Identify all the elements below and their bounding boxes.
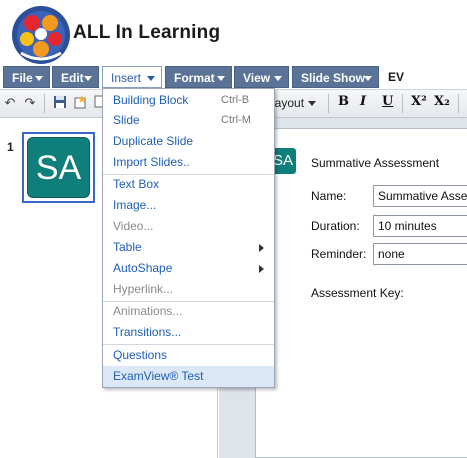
menu-edit[interactable]: Edit bbox=[52, 66, 99, 88]
submenu-arrow-icon bbox=[259, 244, 264, 252]
menu-item-image[interactable]: Image... bbox=[103, 195, 274, 216]
reminder-field[interactable]: none bbox=[373, 243, 467, 265]
slide-number: 1 bbox=[7, 140, 14, 154]
chevron-down-icon bbox=[217, 76, 225, 81]
bold-button[interactable]: B bbox=[338, 94, 349, 109]
menu-item-text-box[interactable]: Text Box bbox=[103, 174, 274, 195]
duration-label: Duration: bbox=[311, 219, 360, 233]
chevron-down-icon bbox=[308, 101, 317, 107]
chevron-down-icon bbox=[84, 76, 92, 81]
slide-thumbnail[interactable]: SA bbox=[22, 132, 95, 203]
menu-item-autoshape[interactable]: AutoShape bbox=[103, 258, 274, 279]
new-slide-icon[interactable] bbox=[72, 95, 88, 111]
menu-item-label: Image... bbox=[113, 198, 157, 212]
toolbar-divider bbox=[402, 94, 403, 113]
menu-item-building-block[interactable]: Building Block Ctrl-B bbox=[103, 90, 274, 111]
menu-insert-label: Insert bbox=[111, 71, 142, 85]
menu-item-duplicate-slide[interactable]: Duplicate Slide bbox=[103, 131, 274, 152]
menu-item-label: Questions bbox=[113, 348, 168, 362]
menu-item-label: Slide bbox=[113, 113, 140, 127]
menu-item-label: Table bbox=[113, 240, 142, 254]
menu-ev[interactable]: EV bbox=[388, 70, 404, 84]
underline-button[interactable]: U bbox=[382, 94, 393, 109]
menu-item-label: Text Box bbox=[113, 177, 160, 191]
layout-dropdown[interactable]: Layout bbox=[268, 96, 317, 110]
name-field[interactable]: Summative Asse bbox=[373, 185, 467, 207]
save-icon[interactable] bbox=[52, 95, 68, 111]
insert-menu: Building Block Ctrl-B Slide Ctrl-M Dupli… bbox=[102, 88, 275, 388]
menu-item-label: Import Slides.. bbox=[113, 155, 190, 169]
slide-title: Summative Assessment bbox=[311, 156, 440, 170]
chevron-down-icon bbox=[147, 76, 155, 81]
brand-name: ALL In Learning bbox=[73, 22, 221, 43]
menu-view[interactable]: View bbox=[234, 66, 289, 88]
menu-item-label: Building Block bbox=[113, 93, 189, 107]
menu-item-hyperlink: Hyperlink... bbox=[103, 279, 274, 300]
menu-item-table[interactable]: Table bbox=[103, 237, 274, 258]
assessment-key-label: Assessment Key: bbox=[311, 286, 404, 300]
subscript-button[interactable]: X₂ bbox=[434, 94, 450, 109]
reminder-label: Reminder: bbox=[311, 247, 367, 261]
app-window: ALL In Learning File Edit Insert Format … bbox=[0, 0, 467, 458]
menu-edit-label: Edit bbox=[61, 71, 84, 85]
all-in-learning-logo-icon bbox=[12, 6, 70, 64]
menu-format[interactable]: Format bbox=[165, 66, 232, 88]
menu-item-label: Transitions... bbox=[113, 325, 182, 339]
menu-slide-show[interactable]: Slide Show bbox=[292, 66, 379, 88]
menu-item-shortcut: Ctrl-B bbox=[221, 94, 250, 106]
menu-item-shortcut: Ctrl-M bbox=[221, 114, 251, 126]
menu-item-slide[interactable]: Slide Ctrl-M bbox=[103, 110, 274, 131]
toolbar-divider bbox=[458, 94, 459, 113]
menu-item-label: Video... bbox=[113, 219, 154, 233]
menu-slide-show-label: Slide Show bbox=[301, 71, 366, 85]
menu-item-label: Hyperlink... bbox=[113, 282, 174, 296]
menu-item-label: Duplicate Slide bbox=[113, 134, 194, 148]
menu-item-label: Animations... bbox=[113, 304, 183, 318]
chevron-down-icon bbox=[364, 76, 372, 81]
superscript-button[interactable]: X² bbox=[411, 94, 427, 109]
menu-item-examview-test[interactable]: ExamView® Test bbox=[103, 366, 274, 387]
menu-item-label: ExamView® Test bbox=[113, 369, 204, 383]
menu-item-questions[interactable]: Questions bbox=[103, 345, 274, 366]
toolbar-divider bbox=[44, 94, 45, 113]
chevron-down-icon bbox=[35, 76, 43, 81]
menu-format-label: Format bbox=[174, 71, 215, 85]
slide-thumbnail-image: SA bbox=[27, 137, 90, 198]
submenu-arrow-icon bbox=[259, 265, 264, 273]
header: ALL In Learning bbox=[0, 0, 467, 64]
chevron-down-icon bbox=[274, 76, 282, 81]
menu-file[interactable]: File bbox=[3, 66, 50, 88]
menu-item-label: AutoShape bbox=[113, 261, 173, 275]
menu-item-animations: Animations... bbox=[103, 301, 274, 322]
italic-button[interactable]: I bbox=[360, 94, 366, 109]
menu-insert[interactable]: Insert bbox=[102, 66, 162, 88]
name-label: Name: bbox=[311, 189, 347, 203]
toolbar-divider bbox=[328, 94, 329, 113]
menu-item-video: Video... bbox=[103, 216, 274, 237]
menu-item-transitions[interactable]: Transitions... bbox=[103, 322, 274, 343]
menu-view-label: View bbox=[243, 71, 271, 85]
redo-icon[interactable]: ↷ bbox=[22, 95, 38, 111]
menu-file-label: File bbox=[12, 71, 33, 85]
duration-field[interactable]: 10 minutes bbox=[373, 215, 467, 237]
undo-icon[interactable]: ↶ bbox=[2, 95, 18, 111]
menu-item-import-slides[interactable]: Import Slides.. bbox=[103, 152, 274, 173]
